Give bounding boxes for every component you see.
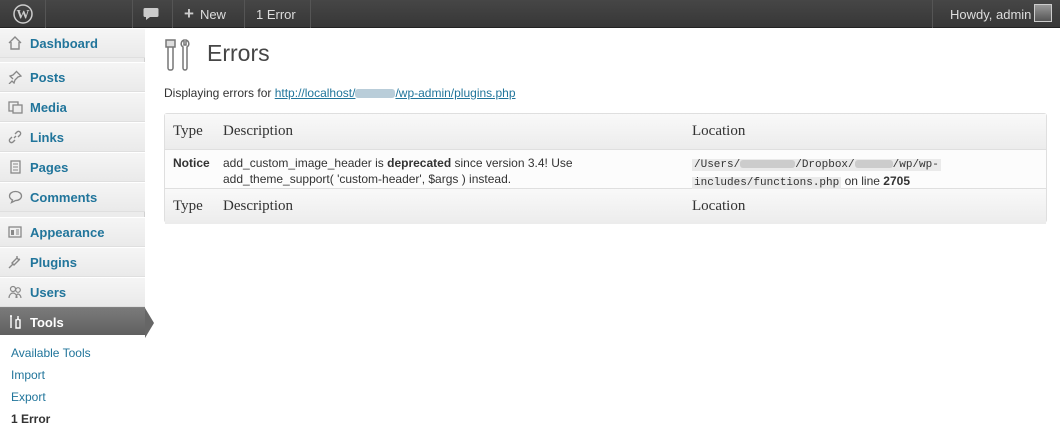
menu-item-tools[interactable]: Tools: [0, 307, 154, 338]
divider: [932, 0, 933, 28]
media-icon: [6, 98, 24, 116]
column-header-location[interactable]: Location: [692, 123, 745, 140]
menu-item-users[interactable]: Users: [0, 277, 145, 307]
admin-bar: W + New 1 Error Howdy, admin: [0, 0, 1060, 28]
divider: [45, 0, 46, 28]
menu-label: Users: [30, 284, 67, 300]
divider: [172, 0, 173, 28]
table-row: Notice add_custom_image_header is deprec…: [165, 149, 1046, 189]
description-bold: deprecated: [387, 156, 452, 170]
avatar: [1034, 4, 1052, 22]
account-menu[interactable]: Howdy, admin: [940, 0, 1060, 28]
current-menu-arrow: [145, 308, 154, 338]
path-part: /Users/: [694, 159, 741, 171]
menu-label: Tools: [30, 314, 64, 330]
tools-icon: [164, 38, 196, 72]
intro-text: Displaying errors for http://localhost/ /…: [164, 86, 516, 100]
url-end: /wp-admin/plugins.php: [395, 86, 516, 100]
path-part: /Dropbox/: [795, 159, 855, 171]
wordpress-logo-icon[interactable]: W: [0, 0, 45, 28]
path-part: /wp/wp-: [892, 159, 939, 171]
file-path: /Users/ /Dropbox/ /wp/wp-: [692, 159, 941, 171]
menu-label: Posts: [30, 69, 66, 85]
admin-sidebar: Dashboard Posts Media Links Pages Commen…: [0, 28, 154, 432]
column-header-description[interactable]: Description: [223, 123, 293, 140]
errors-table: Type Description Location Notice add_cus…: [164, 113, 1047, 224]
home-icon: [6, 34, 24, 52]
page-title: Errors: [207, 40, 270, 66]
menu-label: Links: [30, 129, 64, 145]
users-icon: [6, 283, 24, 301]
plugins-icon: [6, 253, 24, 271]
error-count-label: 1 Error: [256, 6, 296, 22]
error-type: Notice: [173, 156, 210, 170]
menu-item-media[interactable]: Media: [0, 92, 145, 122]
description-text: since version 3.4! Use: [454, 156, 573, 170]
menu-item-links[interactable]: Links: [0, 122, 145, 152]
description-text: add_theme_support( 'custom-header', $arg…: [223, 172, 512, 186]
menu-label: Dashboard: [30, 35, 98, 51]
menu-item-posts[interactable]: Posts: [0, 62, 145, 92]
pages-icon: [6, 158, 24, 176]
plus-icon: +: [184, 4, 194, 23]
redacted-text: [355, 89, 396, 99]
submenu-import[interactable]: Import: [11, 368, 45, 382]
menu-item-appearance[interactable]: Appearance: [0, 217, 145, 247]
link-icon: [6, 128, 24, 146]
menu-item-comments[interactable]: Comments: [0, 182, 145, 212]
menu-label: Media: [30, 99, 67, 115]
column-header-type[interactable]: Type: [173, 123, 203, 140]
line-label: on line: [844, 174, 880, 188]
redacted-text: [740, 160, 796, 169]
tools-submenu: Available Tools Import Export 1 Error: [0, 335, 145, 432]
svg-text:W: W: [16, 7, 29, 22]
menu-label: Comments: [30, 189, 98, 205]
divider: [310, 0, 311, 28]
column-footer-location[interactable]: Location: [692, 198, 745, 215]
column-footer-type[interactable]: Type: [173, 198, 203, 215]
description-text: add_custom_image_header is: [223, 156, 384, 170]
appearance-icon: [6, 223, 24, 241]
new-label: New: [199, 6, 226, 22]
error-description: add_custom_image_header is deprecated si…: [223, 155, 663, 187]
error-count-button[interactable]: 1 Error: [246, 0, 316, 28]
redacted-text: [854, 160, 893, 169]
submenu-errors[interactable]: 1 Error: [11, 412, 50, 426]
column-footer-description[interactable]: Description: [223, 198, 293, 215]
file-path: includes/functions.php: [692, 177, 842, 189]
tools-icon: [6, 313, 24, 331]
comments-icon: [6, 188, 24, 206]
menu-label: Plugins: [30, 254, 77, 270]
line-number: 2705: [883, 174, 910, 188]
submenu-export[interactable]: Export: [11, 390, 46, 404]
pin-icon: [6, 68, 24, 86]
menu-item-dashboard[interactable]: Dashboard: [0, 28, 145, 58]
howdy-label: Howdy, admin: [950, 6, 1032, 22]
site-url-link[interactable]: http://localhost/ /wp-admin/plugins.php: [275, 86, 516, 100]
table-footer: Type Description Location: [165, 189, 1046, 224]
menu-label: Pages: [30, 159, 69, 175]
intro-prefix: Displaying errors for: [164, 86, 272, 100]
divider: [244, 0, 245, 28]
new-content-button[interactable]: + New: [174, 0, 242, 28]
comments-icon[interactable]: [132, 0, 170, 28]
menu-label: Appearance: [30, 224, 105, 240]
menu-item-plugins[interactable]: Plugins: [0, 247, 145, 277]
error-location: /Users/ /Dropbox/ /wp/wp- includes/functio…: [692, 155, 1012, 191]
menu-item-pages[interactable]: Pages: [0, 152, 145, 182]
submenu-available-tools[interactable]: Available Tools: [11, 346, 91, 360]
table-header: Type Description Location: [165, 114, 1046, 149]
url-start: http://localhost/: [274, 86, 356, 100]
